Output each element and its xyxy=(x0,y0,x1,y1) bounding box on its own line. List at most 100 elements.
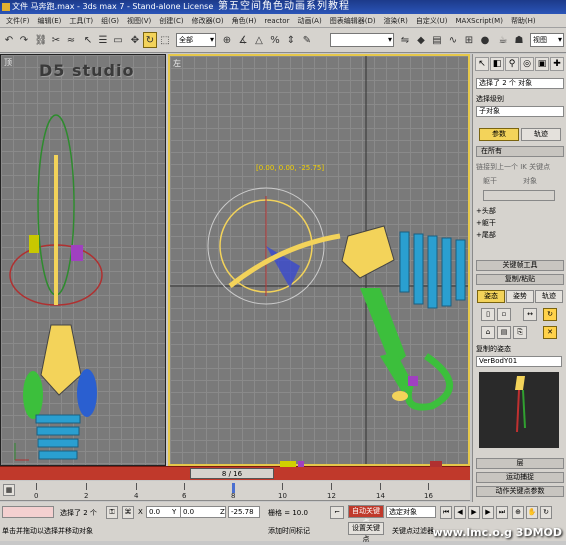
reference-coord-select[interactable]: 视图 xyxy=(530,33,564,47)
menu-create[interactable]: 创建(C) xyxy=(155,16,187,26)
display-tab-icon[interactable]: ▣ xyxy=(535,57,549,71)
tree-item-tail[interactable]: +尾部 xyxy=(476,230,496,240)
new-folder-icon[interactable]: ▯ xyxy=(481,308,495,321)
create-tab-icon[interactable]: ↖ xyxy=(475,57,489,71)
orbit-icon[interactable]: ↻ xyxy=(540,506,552,519)
save-icon[interactable]: ▫ xyxy=(497,308,511,321)
undo-icon[interactable]: ↶ xyxy=(2,32,16,48)
absolute-mode-icon[interactable]: ⌘ xyxy=(122,506,134,519)
go-to-start-icon[interactable]: ⏮ xyxy=(440,506,452,519)
menu-graph-editors[interactable]: 图表编辑器(D) xyxy=(326,16,380,26)
percent-snap-icon[interactable]: % xyxy=(268,32,282,48)
motion-tab-icon[interactable]: ◎ xyxy=(520,57,534,71)
select-by-name-icon[interactable]: ☰ xyxy=(96,32,110,48)
tree-item-head[interactable]: +头部 xyxy=(476,206,496,216)
select-move-icon[interactable]: ✥ xyxy=(128,32,142,48)
menu-customize[interactable]: 自定义(U) xyxy=(412,16,452,26)
redo-icon[interactable]: ↷ xyxy=(17,32,31,48)
rollout-key-params[interactable]: 动作关键点参数 xyxy=(476,486,564,497)
menu-help[interactable]: 帮助(H) xyxy=(507,16,540,26)
selection-set-select[interactable]: 选定对象 xyxy=(386,506,436,518)
menu-views[interactable]: 视图(V) xyxy=(123,16,155,26)
viewport-left[interactable]: 左 [0.00, 0.00, -25.75] xyxy=(168,54,470,466)
gizmo-handle xyxy=(29,235,39,253)
paste-options-icon[interactable]: ✕ xyxy=(543,326,557,339)
rollout-motion-capture[interactable]: 运动捕捉 xyxy=(476,472,564,483)
snap-toggle-icon[interactable]: ∡ xyxy=(236,32,250,48)
track-tab[interactable]: 轨迹 xyxy=(521,128,561,141)
mini-curve-editor-icon[interactable]: ▦ xyxy=(3,484,15,496)
play-icon[interactable]: ▶ xyxy=(468,506,480,519)
modify-tab-icon[interactable]: ◧ xyxy=(490,57,504,71)
rollout-layers[interactable]: 层 xyxy=(476,458,564,469)
pose-button[interactable]: 姿态 xyxy=(477,290,505,303)
rollout-copy-paste[interactable]: 复制/粘贴 xyxy=(476,274,564,285)
rollout-key-tools[interactable]: 关键帧工具 xyxy=(476,260,564,271)
menu-tools[interactable]: 工具(T) xyxy=(65,16,97,26)
maxscript-listener[interactable] xyxy=(2,506,54,518)
hierarchy-tab-icon[interactable]: ⚲ xyxy=(505,57,519,71)
prev-frame-icon[interactable]: ◀ xyxy=(454,506,466,519)
zoom-icon[interactable]: ⊕ xyxy=(512,506,524,519)
menu-reactor[interactable]: reactor xyxy=(260,17,293,25)
add-time-tag[interactable]: 添加时间标记 xyxy=(268,526,310,536)
select-region-icon[interactable]: ▭ xyxy=(111,32,125,48)
params-tab[interactable]: 参数 xyxy=(479,128,519,141)
track-button[interactable]: 轨迹 xyxy=(535,290,563,303)
key-mode-icon[interactable]: ⌐ xyxy=(330,506,344,519)
utilities-tab-icon[interactable]: ✚ xyxy=(550,57,564,71)
ik-link-checkbox[interactable]: 链接到上一个 IK 关键点 xyxy=(476,162,550,172)
render-scene-icon[interactable]: ☕ xyxy=(496,32,510,48)
paste-pose-icon[interactable]: ▤ xyxy=(497,326,511,339)
radio-object[interactable]: 对象 xyxy=(523,176,537,186)
radio-body[interactable]: 躯干 xyxy=(483,176,497,186)
menu-edit[interactable]: 编辑(E) xyxy=(34,16,66,26)
menu-file[interactable]: 文件(F) xyxy=(2,16,34,26)
mirror-icon[interactable]: ⇋ xyxy=(398,32,412,48)
posture-button[interactable]: 姿势 xyxy=(506,290,534,303)
auto-key-button[interactable]: 自动关键点 xyxy=(348,505,384,526)
menu-rendering[interactable]: 渲染(R) xyxy=(380,16,412,26)
filter-select[interactable]: 全部 xyxy=(176,33,216,47)
menu-group[interactable]: 组(G) xyxy=(97,16,123,26)
material-editor-icon[interactable]: ● xyxy=(478,32,492,48)
bind-spacewarp-icon[interactable]: ≈ xyxy=(64,32,78,48)
pan-icon[interactable]: ✋ xyxy=(526,506,538,519)
spinner-snap-icon[interactable]: ⇕ xyxy=(284,32,298,48)
next-frame-icon[interactable]: ▶ xyxy=(482,506,494,519)
schematic-view-icon[interactable]: ⊞ xyxy=(462,32,476,48)
viewport-front[interactable]: 顶 D5 studio xyxy=(0,54,166,466)
paste-opposite-icon[interactable]: ⎘ xyxy=(513,326,527,339)
quick-render-icon[interactable]: ☗ xyxy=(512,32,526,48)
lock-selection-icon[interactable]: ⚿ xyxy=(106,506,118,519)
z-coord-field[interactable]: -25.78 xyxy=(228,506,260,518)
object-count-field[interactable]: 选择了 2 个 对象 xyxy=(476,78,564,89)
align-icon[interactable]: ◆ xyxy=(414,32,428,48)
sub-object-select[interactable]: 子对象 xyxy=(476,106,564,117)
curve-editor-icon[interactable]: ∿ xyxy=(446,32,460,48)
copied-pose-select[interactable]: VerBodY01 xyxy=(476,356,562,367)
layer-manager-icon[interactable]: ▤ xyxy=(430,32,444,48)
edit-named-selection-icon[interactable]: ✎ xyxy=(300,32,314,48)
copy-pose-icon[interactable]: ⌂ xyxy=(481,326,495,339)
go-to-end-icon[interactable]: ⏭ xyxy=(496,506,508,519)
time-slider-track[interactable]: 8 / 16 xyxy=(0,461,470,480)
select-link-icon[interactable]: ⛓ xyxy=(34,32,48,48)
select-rotate-icon[interactable]: ↻ xyxy=(143,32,157,48)
select-scale-icon[interactable]: ⬚ xyxy=(158,32,172,48)
menu-maxscript[interactable]: MAXScript(M) xyxy=(452,17,507,25)
menu-animation[interactable]: 动画(A) xyxy=(293,16,325,26)
menu-character[interactable]: 角色(H) xyxy=(228,16,261,26)
select-object-icon[interactable]: ↖ xyxy=(81,32,95,48)
angle-snap-icon[interactable]: △ xyxy=(252,32,266,48)
timeline-ruler[interactable]: ▦ 0 2 4 6 8 10 12 14 16 xyxy=(0,481,470,501)
auto-key-pose-icon[interactable]: ↻ xyxy=(543,308,557,321)
mirror-pose-icon[interactable]: ↔ xyxy=(523,308,537,321)
select-manipulate-icon[interactable]: ⊕ xyxy=(220,32,234,48)
menu-modifiers[interactable]: 修改器(O) xyxy=(188,16,228,26)
set-key-button[interactable]: 设置关键点 xyxy=(348,522,384,543)
tree-item-body[interactable]: +躯干 xyxy=(476,218,496,228)
unlink-icon[interactable]: ✂ xyxy=(49,32,63,48)
named-selection-set[interactable] xyxy=(330,33,394,47)
time-slider-thumb[interactable]: 8 / 16 xyxy=(190,468,274,479)
